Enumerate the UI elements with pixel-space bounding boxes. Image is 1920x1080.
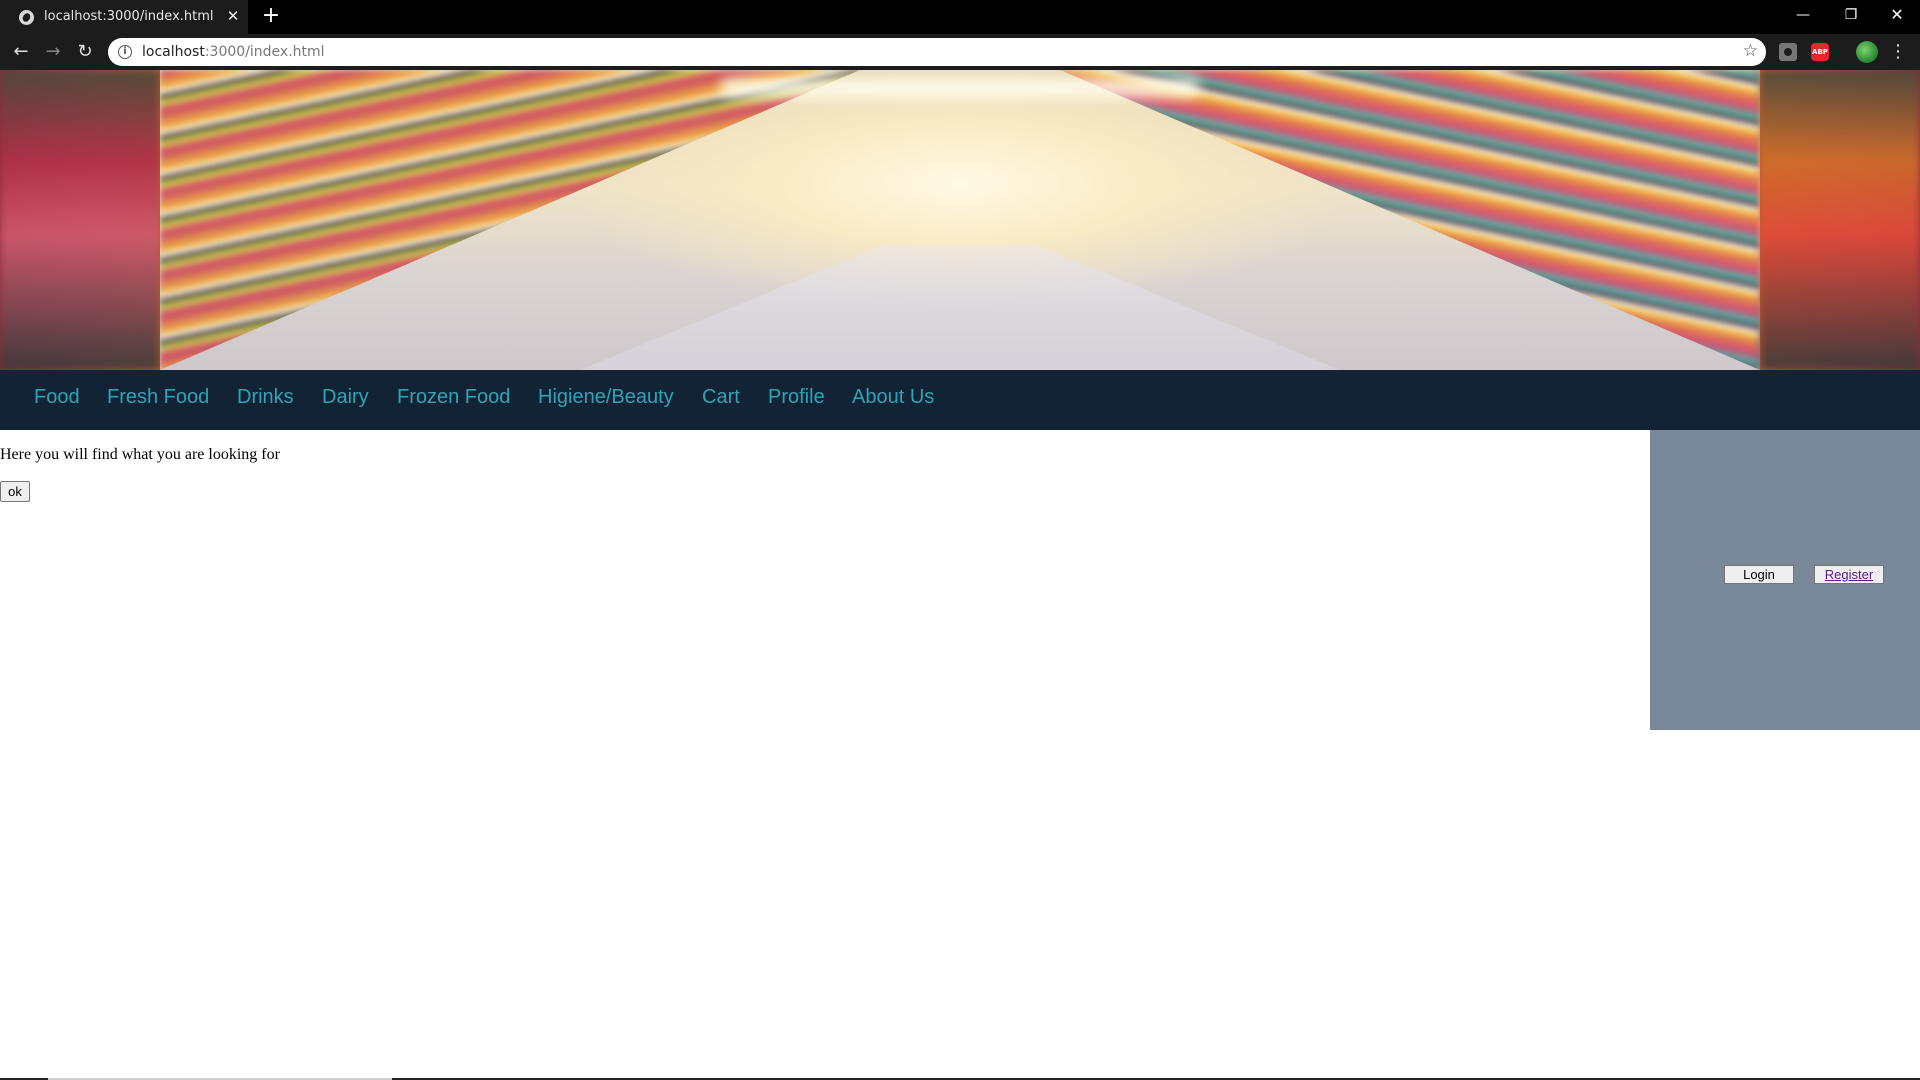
- nav-link-higiene-beauty[interactable]: Higiene/Beauty: [538, 386, 674, 409]
- camera-icon[interactable]: [1779, 43, 1797, 61]
- profile-avatar[interactable]: [1856, 41, 1878, 63]
- register-button[interactable]: Register: [1814, 565, 1884, 584]
- menu-icon[interactable]: ⋮: [1888, 40, 1908, 64]
- nav-link-food[interactable]: Food: [34, 386, 80, 409]
- restore-button[interactable]: ❐: [1828, 0, 1874, 30]
- minimize-button[interactable]: —: [1780, 0, 1826, 30]
- url-text[interactable]: localhost:3000/index.html: [142, 44, 325, 60]
- hero-edge-left: [0, 70, 160, 370]
- ok-button[interactable]: ok: [0, 481, 30, 502]
- tab-title: localhost:3000/index.html: [44, 9, 214, 24]
- hero-banner-image: [0, 70, 1920, 370]
- browser-tab[interactable]: localhost:3000/index.html ✕: [0, 0, 248, 34]
- url-host: localhost: [142, 44, 205, 60]
- adblock-icon[interactable]: ABP: [1811, 43, 1829, 61]
- main-content: Here you will find what you are looking …: [0, 430, 1650, 730]
- globe-icon: [19, 10, 34, 25]
- nav-link-profile[interactable]: Profile: [768, 386, 825, 409]
- close-window-button[interactable]: ✕: [1874, 0, 1920, 30]
- nav-link-about-us[interactable]: About Us: [852, 386, 934, 409]
- aisle-floor: [580, 245, 1340, 370]
- nav-link-fresh-food[interactable]: Fresh Food: [107, 386, 209, 409]
- tagline-text: Here you will find what you are looking …: [0, 446, 280, 463]
- hero-edge-right: [1760, 70, 1920, 370]
- back-button[interactable]: ←: [8, 39, 34, 65]
- ceiling-light: [720, 78, 1200, 98]
- address-bar[interactable]: i localhost:3000/index.html ☆: [108, 38, 1766, 66]
- new-tab-button[interactable]: +: [260, 5, 282, 27]
- page-viewport: Food Fresh Food Drinks Dairy Frozen Food…: [0, 70, 1920, 1080]
- reload-button[interactable]: ↻: [72, 39, 98, 65]
- nav-link-dairy[interactable]: Dairy: [322, 386, 369, 409]
- tab-close-icon[interactable]: ✕: [224, 7, 242, 25]
- info-icon[interactable]: i: [118, 45, 132, 59]
- auth-side-panel: Login Register: [1650, 430, 1920, 730]
- supermarket-aisle-image: [160, 70, 1760, 370]
- login-button[interactable]: Login: [1724, 565, 1794, 584]
- forward-button[interactable]: →: [40, 39, 66, 65]
- nav-link-drinks[interactable]: Drinks: [237, 386, 294, 409]
- main-navbar: Food Fresh Food Drinks Dairy Frozen Food…: [0, 370, 1920, 430]
- nav-link-cart[interactable]: Cart: [702, 386, 740, 409]
- url-path: :3000/index.html: [204, 44, 325, 60]
- star-icon[interactable]: ☆: [1743, 41, 1758, 61]
- nav-link-frozen-food[interactable]: Frozen Food: [397, 386, 510, 409]
- browser-tab-strip: localhost:3000/index.html ✕ + — ❐ ✕: [0, 0, 1920, 34]
- browser-toolbar: ← → ↻ i localhost:3000/index.html ☆ ABP …: [0, 34, 1920, 70]
